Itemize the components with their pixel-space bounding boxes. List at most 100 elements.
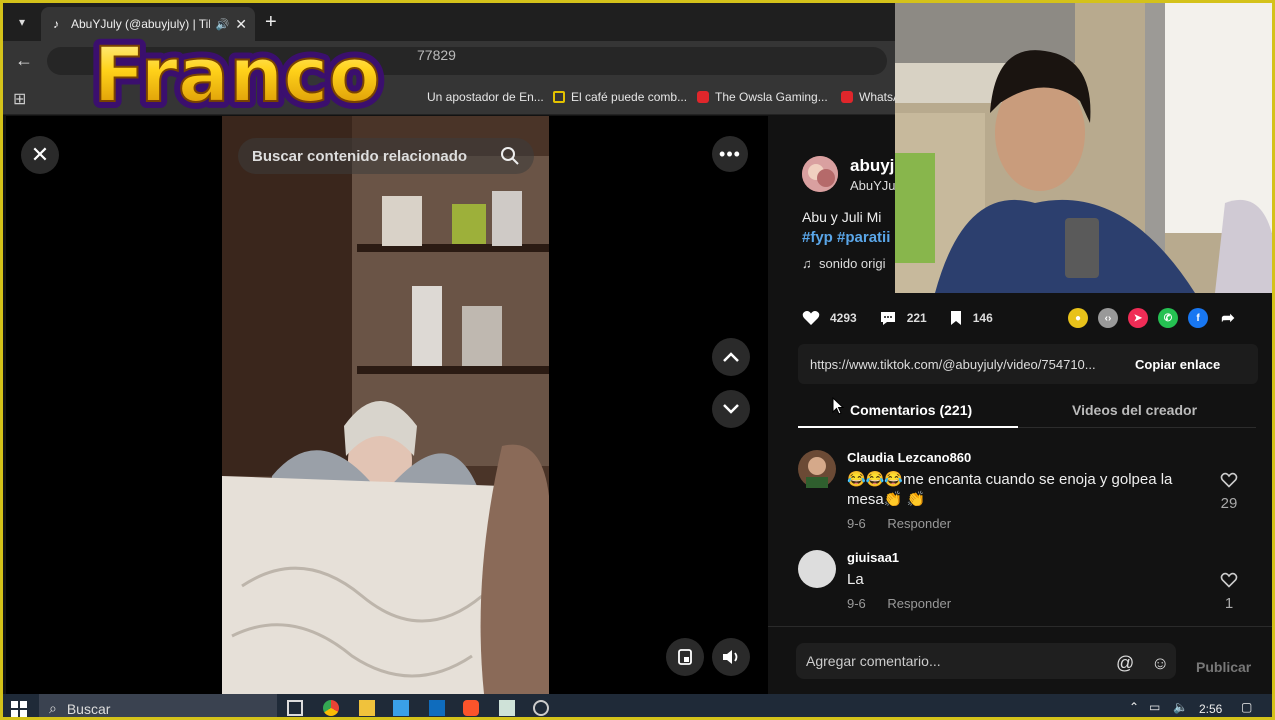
- volume-icon[interactable]: 🔈: [1173, 700, 1188, 714]
- webcam-image: [895, 3, 1272, 293]
- publish-button[interactable]: Publicar: [1196, 659, 1251, 675]
- outlook-icon[interactable]: [429, 700, 445, 716]
- comment-item: giuisaa1 La 9-6 Responder 1: [798, 550, 1258, 620]
- apps-grid-icon[interactable]: ⊞: [13, 89, 26, 109]
- send-icon[interactable]: ➤: [1128, 308, 1148, 328]
- tab-comments[interactable]: Comentarios (221): [850, 402, 972, 418]
- author-name[interactable]: abuyj: [850, 156, 894, 176]
- copy-link-button[interactable]: Copiar enlace: [1135, 357, 1220, 372]
- search-icon[interactable]: [500, 146, 520, 166]
- obs-icon[interactable]: [533, 700, 549, 716]
- video-link-text: https://www.tiktok.com/@abuyjuly/video/7…: [810, 357, 1096, 372]
- whatsapp-icon[interactable]: ✆: [1158, 308, 1178, 328]
- bookmark-icon: [553, 91, 565, 103]
- close-video-button[interactable]: ✕: [21, 136, 59, 174]
- network-icon[interactable]: ▭: [1149, 700, 1160, 714]
- taskbar-search[interactable]: ⌕ Buscar: [39, 694, 277, 717]
- comment-button[interactable]: 221: [879, 310, 927, 326]
- coin-share-icon[interactable]: ●: [1068, 308, 1088, 328]
- bookmark-item[interactable]: WhatsA: [841, 90, 901, 104]
- windows-start-icon[interactable]: [11, 701, 27, 717]
- share-arrow-icon[interactable]: ➦: [1218, 308, 1238, 328]
- heart-outline-icon: [1220, 572, 1238, 588]
- comment-like-button[interactable]: 1: [1216, 572, 1242, 612]
- author-id: AbuYJu: [850, 178, 896, 193]
- post-hashtags[interactable]: #fyp #paratii: [802, 229, 890, 246]
- previous-video-button[interactable]: [712, 338, 750, 376]
- screen: ▾ ♪ AbuYJuly (@abuyjuly) | TikT 🔊 ✕ + ← …: [0, 0, 1275, 720]
- save-button[interactable]: 146: [949, 310, 993, 326]
- file-explorer-icon[interactable]: [359, 700, 375, 716]
- franco-logo: Franco Franco: [86, 31, 387, 117]
- more-options-icon[interactable]: •••: [712, 136, 748, 172]
- comment-icon: [880, 312, 895, 325]
- comment-like-count: 29: [1220, 495, 1238, 512]
- close-tab-icon[interactable]: ✕: [235, 16, 247, 33]
- bookmark-item[interactable]: El café puede comb...: [553, 90, 687, 104]
- commenter-name[interactable]: giuisaa1: [847, 550, 899, 565]
- mouse-cursor-icon: [832, 397, 844, 415]
- comment-count: 221: [906, 311, 927, 325]
- comment-item: Claudia Lezcano860 😂😂😂me encanta cuando …: [798, 450, 1258, 540]
- chevron-down-icon: [723, 404, 739, 414]
- copy-link-row: https://www.tiktok.com/@abuyjuly/video/7…: [798, 344, 1258, 384]
- volume-icon: [723, 650, 738, 664]
- sound-link[interactable]: ♫ sonido origi: [802, 256, 885, 271]
- reply-button[interactable]: Responder: [887, 596, 951, 611]
- commenter-name[interactable]: Claudia Lezcano860: [847, 450, 971, 465]
- sound-label: sonido origi: [818, 256, 886, 271]
- youtube-icon: [841, 91, 853, 103]
- commenter-avatar[interactable]: [798, 450, 836, 488]
- tab-creator-videos[interactable]: Videos del creador: [1072, 402, 1197, 418]
- brave-icon[interactable]: [463, 700, 479, 716]
- comment-date: 9-6: [847, 516, 866, 531]
- floating-player-icon: [678, 649, 692, 665]
- comment-input-placeholder: Agregar comentario...: [806, 653, 941, 669]
- bookmark-label: El café puede comb...: [571, 90, 688, 104]
- tiktok-icon: ♪: [53, 17, 59, 31]
- commenter-avatar[interactable]: [798, 550, 836, 588]
- video-frame[interactable]: [222, 116, 549, 694]
- save-count: 146: [972, 311, 993, 325]
- comment-like-count: 1: [1224, 595, 1234, 612]
- comment-like-button[interactable]: 29: [1216, 472, 1242, 512]
- notepad-icon[interactable]: [499, 700, 515, 716]
- notifications-icon[interactable]: ▢: [1241, 700, 1252, 714]
- back-arrow-icon[interactable]: ←: [15, 50, 33, 71]
- active-tab-indicator: [798, 426, 1018, 428]
- bookmark-label: Un apostador de En...: [427, 90, 544, 104]
- facebook-icon[interactable]: f: [1188, 308, 1208, 328]
- chrome-icon[interactable]: [323, 700, 339, 716]
- related-search-input[interactable]: Buscar contenido relacionado: [238, 138, 534, 174]
- like-button[interactable]: 4293: [802, 310, 857, 326]
- next-video-button[interactable]: [712, 390, 750, 428]
- reply-button[interactable]: Responder: [887, 516, 951, 531]
- chevron-up-icon: [723, 352, 739, 362]
- mention-icon[interactable]: @: [1116, 653, 1134, 674]
- floating-player-button[interactable]: [666, 638, 704, 676]
- comment-text: La: [847, 571, 864, 588]
- logo-text: Franco: [93, 31, 380, 117]
- panel-tabs: Comentarios (221) Videos del creador: [798, 390, 1256, 428]
- bookmark-label: The Owsla Gaming...: [715, 90, 828, 104]
- embed-icon[interactable]: ‹›: [1098, 308, 1118, 328]
- comment-text: 😂😂😂me encanta cuando se enoja y golpea l…: [847, 471, 1173, 508]
- show-hidden-icons[interactable]: ⌃: [1129, 700, 1139, 714]
- video-player-area: ✕ Buscar contenido relacionado •••: [6, 116, 768, 694]
- bookmark-item[interactable]: Un apostador de En...: [427, 90, 544, 104]
- task-view-icon[interactable]: [287, 700, 303, 716]
- clock[interactable]: 2:56: [1199, 702, 1222, 716]
- video-content-image: [222, 116, 549, 694]
- comment-date: 9-6: [847, 596, 866, 611]
- bookmark-item[interactable]: The Owsla Gaming...: [697, 90, 828, 104]
- tab-search-icon[interactable]: ▾: [9, 10, 35, 34]
- youtube-icon: [697, 91, 709, 103]
- emoji-icon[interactable]: ☺: [1151, 653, 1169, 674]
- author-avatar[interactable]: [802, 156, 838, 192]
- search-icon: ⌕: [49, 700, 57, 716]
- store-icon[interactable]: [393, 700, 409, 716]
- windows-taskbar: ⌕ Buscar ⌃ ▭ 🔈 2:56 ▢: [3, 694, 1272, 717]
- comment-meta: 9-6 Responder: [847, 516, 969, 531]
- volume-button[interactable]: [712, 638, 750, 676]
- audio-icon[interactable]: 🔊: [216, 18, 230, 31]
